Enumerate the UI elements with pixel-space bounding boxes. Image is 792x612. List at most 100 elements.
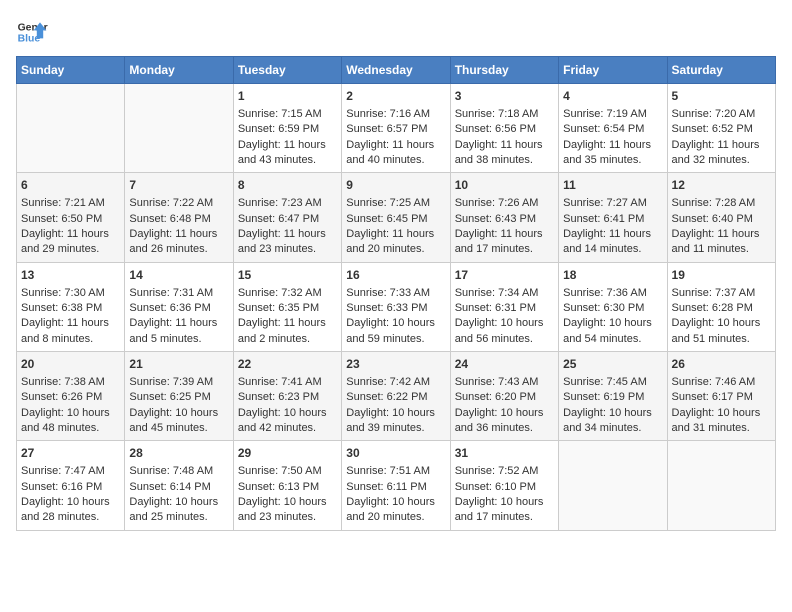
col-header-saturday: Saturday [667, 57, 775, 84]
sunset-text: Sunset: 6:10 PM [455, 480, 554, 495]
sunset-text: Sunset: 6:45 PM [346, 212, 445, 227]
daylight-text: Daylight: 11 hours and 23 minutes. [238, 227, 337, 258]
sunrise-text: Sunrise: 7:42 AM [346, 375, 445, 390]
sunrise-text: Sunrise: 7:25 AM [346, 196, 445, 211]
day-cell: 16Sunrise: 7:33 AMSunset: 6:33 PMDayligh… [342, 262, 450, 351]
day-cell: 19Sunrise: 7:37 AMSunset: 6:28 PMDayligh… [667, 262, 775, 351]
sunrise-text: Sunrise: 7:28 AM [672, 196, 771, 211]
sunset-text: Sunset: 6:28 PM [672, 301, 771, 316]
col-header-wednesday: Wednesday [342, 57, 450, 84]
day-number: 6 [21, 177, 120, 194]
sunrise-text: Sunrise: 7:38 AM [21, 375, 120, 390]
day-cell: 17Sunrise: 7:34 AMSunset: 6:31 PMDayligh… [450, 262, 558, 351]
day-number: 31 [455, 445, 554, 462]
day-cell: 7Sunrise: 7:22 AMSunset: 6:48 PMDaylight… [125, 173, 233, 262]
day-cell: 30Sunrise: 7:51 AMSunset: 6:11 PMDayligh… [342, 441, 450, 530]
daylight-text: Daylight: 10 hours and 23 minutes. [238, 495, 337, 526]
daylight-text: Daylight: 11 hours and 40 minutes. [346, 138, 445, 169]
day-number: 23 [346, 356, 445, 373]
day-number: 29 [238, 445, 337, 462]
sunset-text: Sunset: 6:36 PM [129, 301, 228, 316]
daylight-text: Daylight: 10 hours and 42 minutes. [238, 406, 337, 437]
sunrise-text: Sunrise: 7:48 AM [129, 464, 228, 479]
day-number: 14 [129, 267, 228, 284]
day-number: 5 [672, 88, 771, 105]
sunset-text: Sunset: 6:48 PM [129, 212, 228, 227]
day-number: 2 [346, 88, 445, 105]
week-row-3: 13Sunrise: 7:30 AMSunset: 6:38 PMDayligh… [17, 262, 776, 351]
day-number: 22 [238, 356, 337, 373]
sunset-text: Sunset: 6:56 PM [455, 122, 554, 137]
day-number: 19 [672, 267, 771, 284]
sunrise-text: Sunrise: 7:52 AM [455, 464, 554, 479]
day-cell: 8Sunrise: 7:23 AMSunset: 6:47 PMDaylight… [233, 173, 341, 262]
week-row-2: 6 Sunrise: 7:21 AMSunset: 6:50 PM Daylight… [17, 173, 776, 262]
daylight-text: Daylight: 10 hours and 34 minutes. [563, 406, 662, 437]
daylight-text: Daylight: 11 hours and 43 minutes. [238, 138, 337, 169]
logo: General Blue [16, 16, 48, 48]
sunrise-text: Sunrise: 7:23 AM [238, 196, 337, 211]
day-cell: 31Sunrise: 7:52 AMSunset: 6:10 PMDayligh… [450, 441, 558, 530]
day-cell: 13Sunrise: 7:30 AMSunset: 6:38 PMDayligh… [17, 262, 125, 351]
daylight-text: Daylight: 10 hours and 48 minutes. [21, 406, 120, 437]
day-number: 18 [563, 267, 662, 284]
day-cell: 20Sunrise: 7:38 AMSunset: 6:26 PMDayligh… [17, 352, 125, 441]
daylight-text: Daylight: 10 hours and 51 minutes. [672, 316, 771, 347]
day-number: 10 [455, 177, 554, 194]
day-number: 16 [346, 267, 445, 284]
sunrise-text: Sunrise: 7:16 AM [346, 107, 445, 122]
day-number: 8 [238, 177, 337, 194]
day-number: 11 [563, 177, 662, 194]
sunrise-text: Sunrise: 7:51 AM [346, 464, 445, 479]
sunset-text: Sunset: 6:50 PM [21, 212, 120, 227]
day-number: 1 [238, 88, 337, 105]
sunset-text: Sunset: 6:19 PM [563, 390, 662, 405]
daylight-text: Daylight: 10 hours and 54 minutes. [563, 316, 662, 347]
day-number: 28 [129, 445, 228, 462]
day-number: 30 [346, 445, 445, 462]
sunset-text: Sunset: 6:33 PM [346, 301, 445, 316]
sunset-text: Sunset: 6:31 PM [455, 301, 554, 316]
day-cell: 1Sunrise: 7:15 AMSunset: 6:59 PMDaylight… [233, 84, 341, 173]
daylight-text: Daylight: 11 hours and 17 minutes. [455, 227, 554, 258]
daylight-text: Daylight: 11 hours and 38 minutes. [455, 138, 554, 169]
day-cell: 22Sunrise: 7:41 AMSunset: 6:23 PMDayligh… [233, 352, 341, 441]
day-number: 4 [563, 88, 662, 105]
day-cell: 14Sunrise: 7:31 AMSunset: 6:36 PMDayligh… [125, 262, 233, 351]
daylight-text: Daylight: 10 hours and 20 minutes. [346, 495, 445, 526]
daylight-text: Daylight: 10 hours and 31 minutes. [672, 406, 771, 437]
sunset-text: Sunset: 6:52 PM [672, 122, 771, 137]
sunset-text: Sunset: 6:30 PM [563, 301, 662, 316]
sunrise-text: Sunrise: 7:30 AM [21, 286, 120, 301]
sunrise-text: Sunrise: 7:27 AM [563, 196, 662, 211]
sunset-text: Sunset: 6:59 PM [238, 122, 337, 137]
sunrise-text: Sunrise: 7:32 AM [238, 286, 337, 301]
day-number: 27 [21, 445, 120, 462]
day-cell: 23Sunrise: 7:42 AMSunset: 6:22 PMDayligh… [342, 352, 450, 441]
day-cell [17, 84, 125, 173]
week-row-4: 20Sunrise: 7:38 AMSunset: 6:26 PMDayligh… [17, 352, 776, 441]
sunrise-text: Sunrise: 7:43 AM [455, 375, 554, 390]
col-header-monday: Monday [125, 57, 233, 84]
sunset-text: Sunset: 6:22 PM [346, 390, 445, 405]
day-number: 25 [563, 356, 662, 373]
sunrise-text: Sunrise: 7:21 AM [21, 196, 120, 211]
day-cell: 28Sunrise: 7:48 AMSunset: 6:14 PMDayligh… [125, 441, 233, 530]
day-cell: 6Sunrise: 7:21 AMSunset: 6:50 PMDaylight… [17, 173, 125, 262]
day-cell: 10Sunrise: 7:26 AMSunset: 6:43 PMDayligh… [450, 173, 558, 262]
sunset-text: Sunset: 6:17 PM [672, 390, 771, 405]
daylight-text: Daylight: 10 hours and 25 minutes. [129, 495, 228, 526]
sunrise-text: Sunrise: 7:22 AM [129, 196, 228, 211]
daylight-text: Daylight: 11 hours and 2 minutes. [238, 316, 337, 347]
col-header-tuesday: Tuesday [233, 57, 341, 84]
sunrise-text: Sunrise: 7:18 AM [455, 107, 554, 122]
header-row: SundayMondayTuesdayWednesdayThursdayFrid… [17, 57, 776, 84]
day-number: 26 [672, 356, 771, 373]
daylight-text: Daylight: 10 hours and 36 minutes. [455, 406, 554, 437]
day-cell: 24Sunrise: 7:43 AMSunset: 6:20 PMDayligh… [450, 352, 558, 441]
day-number: 9 [346, 177, 445, 194]
sunset-text: Sunset: 6:40 PM [672, 212, 771, 227]
sunset-text: Sunset: 6:35 PM [238, 301, 337, 316]
day-cell: 4Sunrise: 7:19 AMSunset: 6:54 PMDaylight… [559, 84, 667, 173]
day-cell: 18Sunrise: 7:36 AMSunset: 6:30 PMDayligh… [559, 262, 667, 351]
